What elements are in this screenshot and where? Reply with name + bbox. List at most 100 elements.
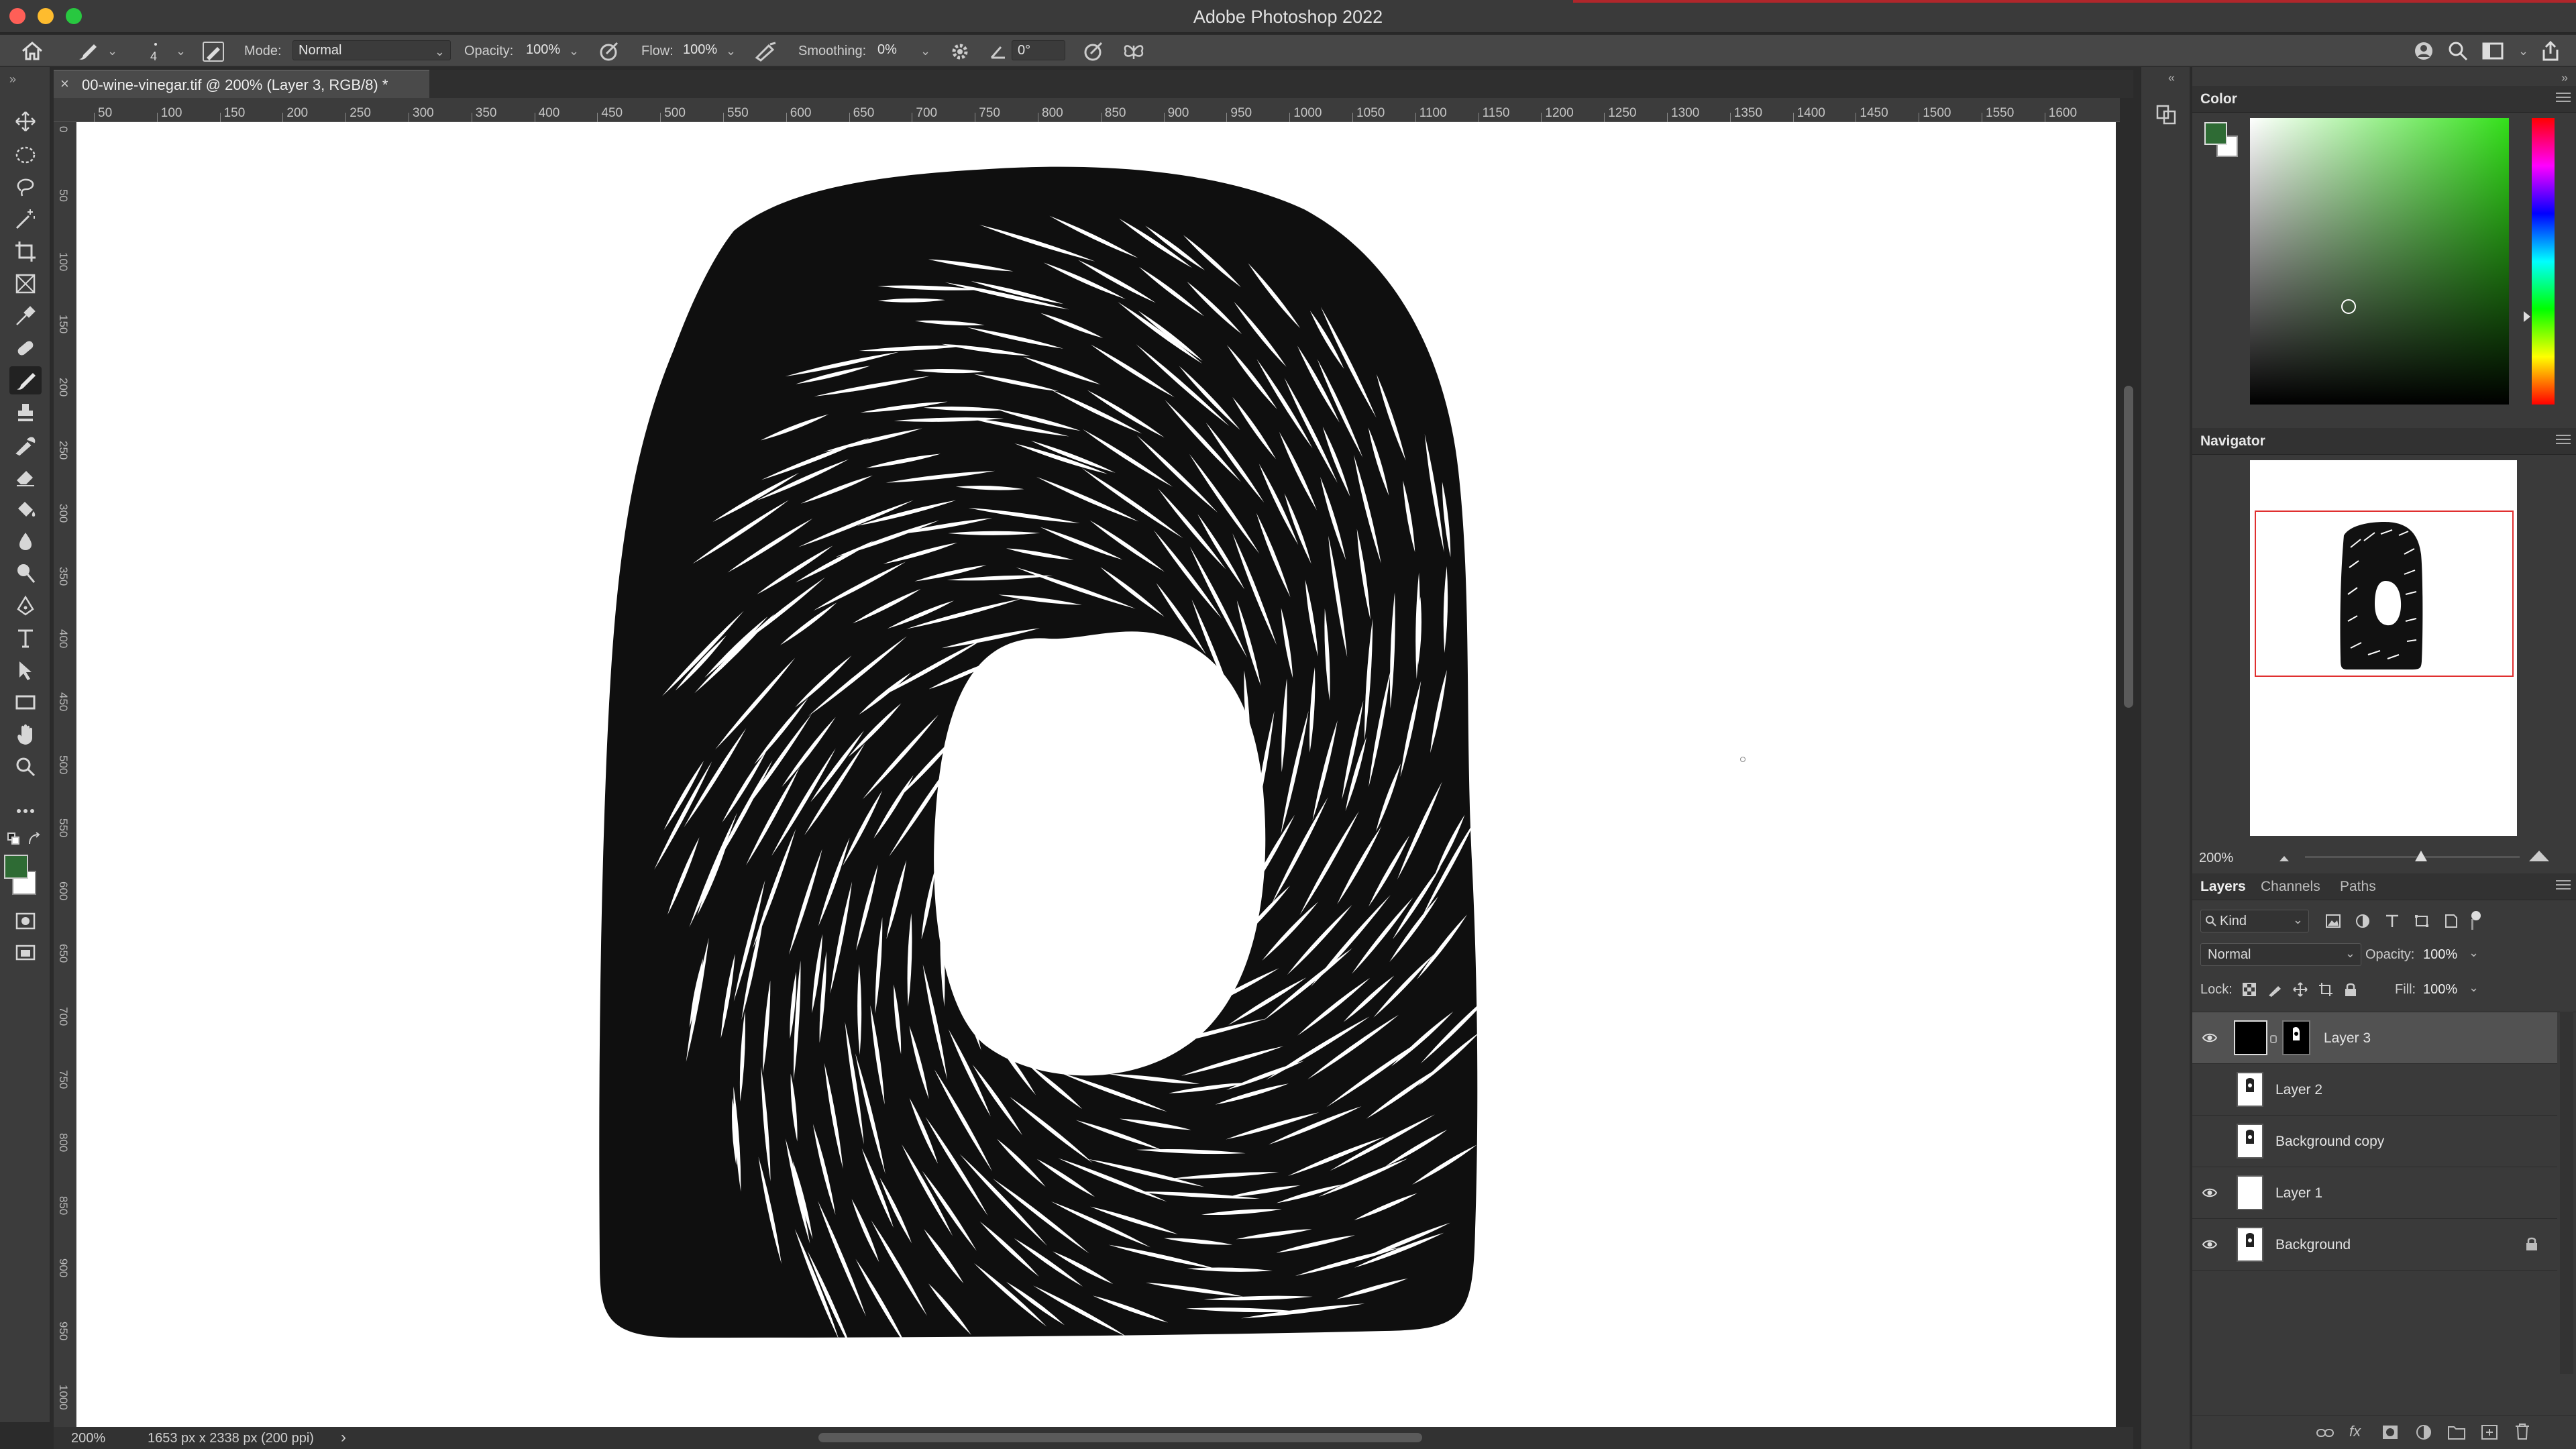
airbrush-button[interactable] [754, 42, 778, 62]
blend-mode-select[interactable]: Normal ⌄ [2200, 943, 2361, 966]
layer-opacity-chevron-icon[interactable]: ⌄ [2469, 946, 2479, 960]
trash-icon[interactable] [2514, 1423, 2530, 1440]
eye-icon[interactable] [2202, 1031, 2218, 1044]
layer-thumbnail[interactable] [2237, 1072, 2263, 1107]
eye-icon[interactable] [2202, 1186, 2218, 1199]
filter-smart-objects-button[interactable] [2443, 914, 2459, 928]
brush-size-chevron-icon[interactable]: ⌄ [176, 44, 186, 58]
horizontal-scroll-thumb[interactable] [818, 1433, 1422, 1442]
blur-tool[interactable] [9, 527, 42, 555]
layer-mask-thumbnail[interactable] [2282, 1020, 2310, 1055]
layer-thumbnail[interactable] [2237, 1124, 2263, 1159]
tab-layers[interactable]: Layers [2200, 879, 2246, 895]
filter-type-layers-button[interactable] [2384, 914, 2400, 928]
brush-size-indicator[interactable]: 4 [145, 38, 166, 64]
close-tab-icon[interactable]: × [60, 75, 69, 93]
layer-row-background-copy[interactable]: Background copy [2192, 1116, 2557, 1167]
frame-tool[interactable] [9, 270, 42, 298]
layer-row-layer-1[interactable]: Layer 1 [2192, 1167, 2557, 1219]
history-panel-button[interactable] [2155, 103, 2178, 126]
vertical-scroll-thumb[interactable] [2124, 386, 2133, 708]
fx-icon[interactable]: fx [2349, 1423, 2361, 1440]
zoom-tool[interactable] [9, 753, 42, 781]
collapse-panels-icon[interactable]: » [2561, 71, 2568, 85]
document-canvas[interactable] [76, 122, 2116, 1427]
layer-thumbnail[interactable] [2237, 1227, 2263, 1262]
lock-all-button[interactable] [2344, 982, 2357, 997]
flow-chevron-icon[interactable]: ⌄ [726, 44, 736, 58]
path-selection-tool[interactable] [9, 656, 42, 684]
pen-tool[interactable] [9, 592, 42, 620]
layer-name[interactable]: Layer 2 [2275, 1082, 2322, 1098]
crop-tool[interactable] [9, 237, 42, 266]
opacity-chevron-icon[interactable]: ⌄ [569, 44, 579, 58]
screen-mode-button[interactable] [9, 939, 42, 967]
layer-name[interactable]: Layer 3 [2324, 1030, 2371, 1046]
brush-preset-chevron-icon[interactable]: ⌄ [107, 44, 117, 58]
lock-icon[interactable] [2525, 1236, 2538, 1251]
layer-row-layer-3[interactable]: Layer 3 [2192, 1012, 2557, 1064]
brush-settings-toggle[interactable] [203, 42, 224, 62]
lasso-tool[interactable] [9, 173, 42, 201]
default-colors-button[interactable] [7, 832, 23, 847]
cloud-user-button[interactable] [2412, 40, 2435, 62]
magic-wand-tool[interactable] [9, 205, 42, 233]
edit-toolbar-button[interactable] [9, 797, 42, 825]
hand-tool[interactable] [9, 720, 42, 749]
share-button[interactable] [2540, 40, 2561, 62]
vertical-scrollbar[interactable] [2120, 122, 2139, 1427]
navigator-preview[interactable] [2250, 460, 2517, 836]
layer-opacity-value[interactable]: 100% [2423, 947, 2457, 963]
home-button[interactable] [20, 40, 44, 62]
new-layer-icon[interactable] [2481, 1424, 2498, 1440]
link-icon[interactable] [2270, 1035, 2277, 1043]
workspace-chevron-icon[interactable]: ⌄ [2518, 44, 2528, 58]
collapse-toolbar-icon[interactable]: » [9, 72, 16, 87]
layer-thumbnail[interactable] [2237, 1175, 2263, 1210]
color-saturation-field[interactable] [2250, 118, 2509, 405]
layer-thumbnail[interactable] [2234, 1020, 2267, 1055]
elliptical-marquee-tool[interactable] [9, 141, 42, 169]
layer-row-background[interactable]: Background [2192, 1219, 2557, 1271]
brush-angle-control[interactable] [989, 43, 1008, 60]
move-tool[interactable] [9, 107, 42, 136]
dodge-tool[interactable] [9, 559, 42, 588]
layers-panel-menu-icon[interactable] [2556, 880, 2571, 891]
swap-colors-button[interactable] [27, 832, 43, 847]
navigator-panel-title[interactable]: Navigator [2200, 433, 2265, 449]
vertical-ruler[interactable]: 0 50 100 150 200 250 300 350 400 450 500 550 600 650 7… [54, 122, 76, 1427]
rectangle-tool[interactable] [9, 688, 42, 716]
visibility-toggle-off[interactable] [2202, 1083, 2218, 1096]
color-panel-title[interactable]: Color [2200, 91, 2237, 107]
zoom-in-icon[interactable] [2528, 848, 2551, 863]
eye-icon[interactable] [2202, 1238, 2218, 1251]
eyedropper-tool[interactable] [9, 302, 42, 330]
lock-position-button[interactable] [2293, 982, 2308, 997]
lock-artboard-button[interactable] [2318, 982, 2333, 997]
filter-adjustment-layers-button[interactable] [2355, 914, 2371, 928]
brush-tool[interactable] [9, 366, 42, 394]
fill-value[interactable]: 100% [2423, 982, 2457, 998]
filter-pixel-layers-button[interactable] [2325, 914, 2341, 928]
add-mask-icon[interactable] [2381, 1424, 2399, 1440]
fill-chevron-icon[interactable]: ⌄ [2469, 981, 2479, 995]
lock-transparent-pixels-button[interactable] [2242, 982, 2257, 997]
pressure-size-button[interactable] [1083, 42, 1106, 62]
flow-input[interactable]: 100% [678, 40, 719, 60]
navigator-panel-menu-icon[interactable] [2556, 435, 2571, 445]
healing-brush-tool[interactable] [9, 334, 42, 362]
navigator-zoom-handle[interactable] [2415, 851, 2427, 861]
history-brush-tool[interactable] [9, 431, 42, 459]
layer-name[interactable]: Background [2275, 1237, 2351, 1253]
folder-icon[interactable] [2447, 1424, 2466, 1440]
hue-slider[interactable] [2532, 118, 2555, 405]
document-tab[interactable]: × 00-wine-vinegar.tif @ 200% (Layer 3, R… [54, 70, 429, 98]
color-panel-menu-icon[interactable] [2556, 93, 2571, 103]
layer-name[interactable]: Layer 1 [2275, 1185, 2322, 1201]
zoom-out-icon[interactable] [2277, 852, 2292, 863]
adjustment-layer-icon[interactable] [2415, 1424, 2432, 1440]
navigator-zoom-slider[interactable] [2305, 856, 2520, 858]
navigator-zoom-value[interactable]: 200% [2199, 851, 2233, 866]
brush-preset-picker[interactable] [75, 42, 99, 62]
hue-slider-handle[interactable] [2524, 311, 2530, 322]
